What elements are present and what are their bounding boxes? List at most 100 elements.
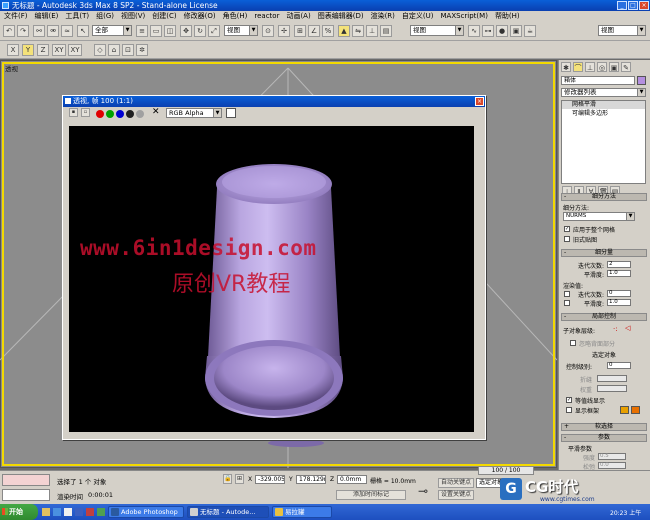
snap-toggle-icon[interactable]: ⊞: [294, 25, 306, 37]
rollout-subdivision-method[interactable]: - 细分方法: [561, 193, 647, 201]
old-style-mapping-checkbox[interactable]: [564, 236, 570, 242]
apply-whole-mesh-checkbox[interactable]: ✓: [564, 226, 570, 232]
red-channel-icon[interactable]: [96, 110, 104, 118]
menu-animation[interactable]: 动画(A): [286, 11, 310, 21]
axis-xy-plane-button[interactable]: XY: [68, 44, 82, 56]
close-button[interactable]: ×: [639, 1, 649, 10]
link-icon[interactable]: ⚯: [33, 25, 45, 37]
channel-dropdown[interactable]: RGB Alpha ▼: [166, 108, 222, 118]
monochrome-icon[interactable]: [136, 110, 144, 118]
maxscript-input[interactable]: [2, 489, 50, 501]
menu-modifiers[interactable]: 修改器(O): [184, 11, 216, 21]
crease-spinner[interactable]: [597, 375, 627, 382]
selection-filter-dropdown[interactable]: 全部 ▼: [92, 25, 132, 36]
start-button[interactable]: 开始: [0, 504, 38, 520]
color-swatch[interactable]: [226, 108, 236, 118]
render-smoothness-spinner[interactable]: 1.0: [607, 299, 631, 306]
redo-icon[interactable]: ↷: [17, 25, 29, 37]
task-photoshop[interactable]: Adobe Photoshop: [108, 506, 184, 518]
alpha-channel-icon[interactable]: [126, 110, 134, 118]
iterations-spinner[interactable]: 2: [607, 261, 631, 268]
select-manipulate-icon[interactable]: ✢: [278, 25, 290, 37]
select-move-icon[interactable]: ✥: [180, 25, 192, 37]
percent-snap-icon[interactable]: %: [322, 25, 334, 37]
task-folder[interactable]: 易拉罐: [272, 506, 332, 518]
save-bitmap-icon[interactable]: ▪: [69, 108, 78, 117]
render-iterations-checkbox[interactable]: [564, 291, 570, 297]
clone-frame-icon[interactable]: ▫: [81, 108, 90, 117]
control-level-spinner[interactable]: 0: [607, 362, 631, 369]
angle-snap-icon[interactable]: ∠: [308, 25, 320, 37]
menu-graph-editors[interactable]: 图表编辑器(D): [318, 11, 364, 21]
unlink-icon[interactable]: ⚮: [47, 25, 59, 37]
modify-tab-icon[interactable]: ⌒: [573, 62, 583, 72]
window-crossing-icon[interactable]: ◫: [164, 25, 176, 37]
quicklaunch-icon-6[interactable]: [97, 508, 105, 516]
menu-customize[interactable]: 自定义(U): [402, 11, 434, 21]
rollout-parameters[interactable]: - 参数: [561, 434, 647, 442]
menu-edit[interactable]: 编辑(E): [35, 11, 59, 21]
bind-space-warp-icon[interactable]: ≈: [61, 25, 73, 37]
select-object-icon[interactable]: ↖: [77, 25, 89, 37]
add-time-tag-button[interactable]: 添加时间标记: [336, 490, 406, 500]
snapshot-icon[interactable]: ✲: [136, 44, 148, 56]
strength-spinner[interactable]: 0.5: [598, 453, 626, 460]
stack-item-editable-poly[interactable]: 可编辑多边形: [562, 110, 645, 118]
mirror-icon[interactable]: ⇋: [352, 25, 364, 37]
show-cage-checkbox[interactable]: [566, 407, 572, 413]
shape-icon[interactable]: ◇: [94, 44, 106, 56]
axis-x-button[interactable]: X: [7, 44, 19, 56]
key-icon[interactable]: ⊸: [418, 484, 428, 498]
maxscript-listener[interactable]: [2, 474, 50, 486]
subdiv-method-dropdown[interactable]: NURMS ▼: [563, 212, 635, 221]
axis-xy-button[interactable]: XY: [52, 44, 66, 56]
array-icon[interactable]: ⌂: [108, 44, 120, 56]
ignore-backface-checkbox[interactable]: [570, 340, 576, 346]
menu-create[interactable]: 创建(C): [152, 11, 176, 21]
create-tab-icon[interactable]: ✱: [561, 62, 571, 72]
rollout-local-control[interactable]: - 局部控制: [561, 313, 647, 321]
maximize-button[interactable]: □: [628, 1, 638, 10]
vertex-sublevel-icon[interactable]: ·:: [613, 325, 618, 333]
selection-color-swatch[interactable]: [631, 406, 640, 414]
edge-sublevel-icon[interactable]: ◁: [625, 324, 630, 332]
menu-maxscript[interactable]: MAXScript(M): [441, 12, 488, 20]
rollout-soft-selection[interactable]: + 软选择: [561, 423, 647, 431]
menu-group[interactable]: 组(G): [96, 11, 114, 21]
axis-y-button[interactable]: Y: [22, 44, 34, 56]
ref-coord-dropdown[interactable]: 视图 ▼: [224, 25, 258, 36]
menu-file[interactable]: 文件(F): [4, 11, 28, 21]
isoline-display-checkbox[interactable]: ✓: [566, 397, 572, 403]
render-type-dropdown[interactable]: 视图 ▼: [598, 25, 646, 36]
select-scale-icon[interactable]: ⤢: [208, 25, 220, 37]
pivot-center-icon[interactable]: ⊙: [262, 25, 274, 37]
quicklaunch-icon-3[interactable]: [64, 508, 72, 516]
time-slider[interactable]: 100 / 100: [478, 466, 534, 475]
auto-key-button[interactable]: 自动关键点: [438, 478, 474, 488]
task-3dsmax[interactable]: 无标题 - Autode...: [187, 506, 269, 518]
minimize-button[interactable]: _: [617, 1, 627, 10]
select-by-name-icon[interactable]: ≡: [136, 25, 148, 37]
menu-character[interactable]: 角色(H): [223, 11, 248, 21]
display-tab-icon[interactable]: ▣: [609, 62, 619, 72]
viewport-label[interactable]: 透视: [5, 63, 18, 73]
green-channel-icon[interactable]: [106, 110, 114, 118]
schematic-view-icon[interactable]: ⊶: [482, 25, 494, 37]
rectangular-selection-icon[interactable]: ▭: [150, 25, 162, 37]
curve-editor-icon[interactable]: ∿: [468, 25, 480, 37]
quick-render-icon[interactable]: ☕: [524, 25, 536, 37]
y-coord-field[interactable]: 178.129m: [296, 475, 326, 484]
blue-channel-icon[interactable]: [116, 110, 124, 118]
material-editor-icon[interactable]: ●: [496, 25, 508, 37]
layer-manager-icon[interactable]: ▤: [380, 25, 392, 37]
menu-rendering[interactable]: 渲染(R): [371, 11, 395, 21]
render-frame-close-button[interactable]: ×: [475, 97, 484, 106]
quicklaunch-icon-2[interactable]: [53, 508, 61, 516]
select-rotate-icon[interactable]: ↻: [194, 25, 206, 37]
hierarchy-tab-icon[interactable]: ⊥: [585, 62, 595, 72]
set-key-button[interactable]: 设置关键点: [438, 490, 474, 500]
render-scene-icon[interactable]: ▣: [510, 25, 522, 37]
smoothness-spinner[interactable]: 1.0: [607, 270, 631, 277]
object-color-swatch[interactable]: [637, 76, 646, 85]
axis-z-button[interactable]: Z: [37, 44, 49, 56]
